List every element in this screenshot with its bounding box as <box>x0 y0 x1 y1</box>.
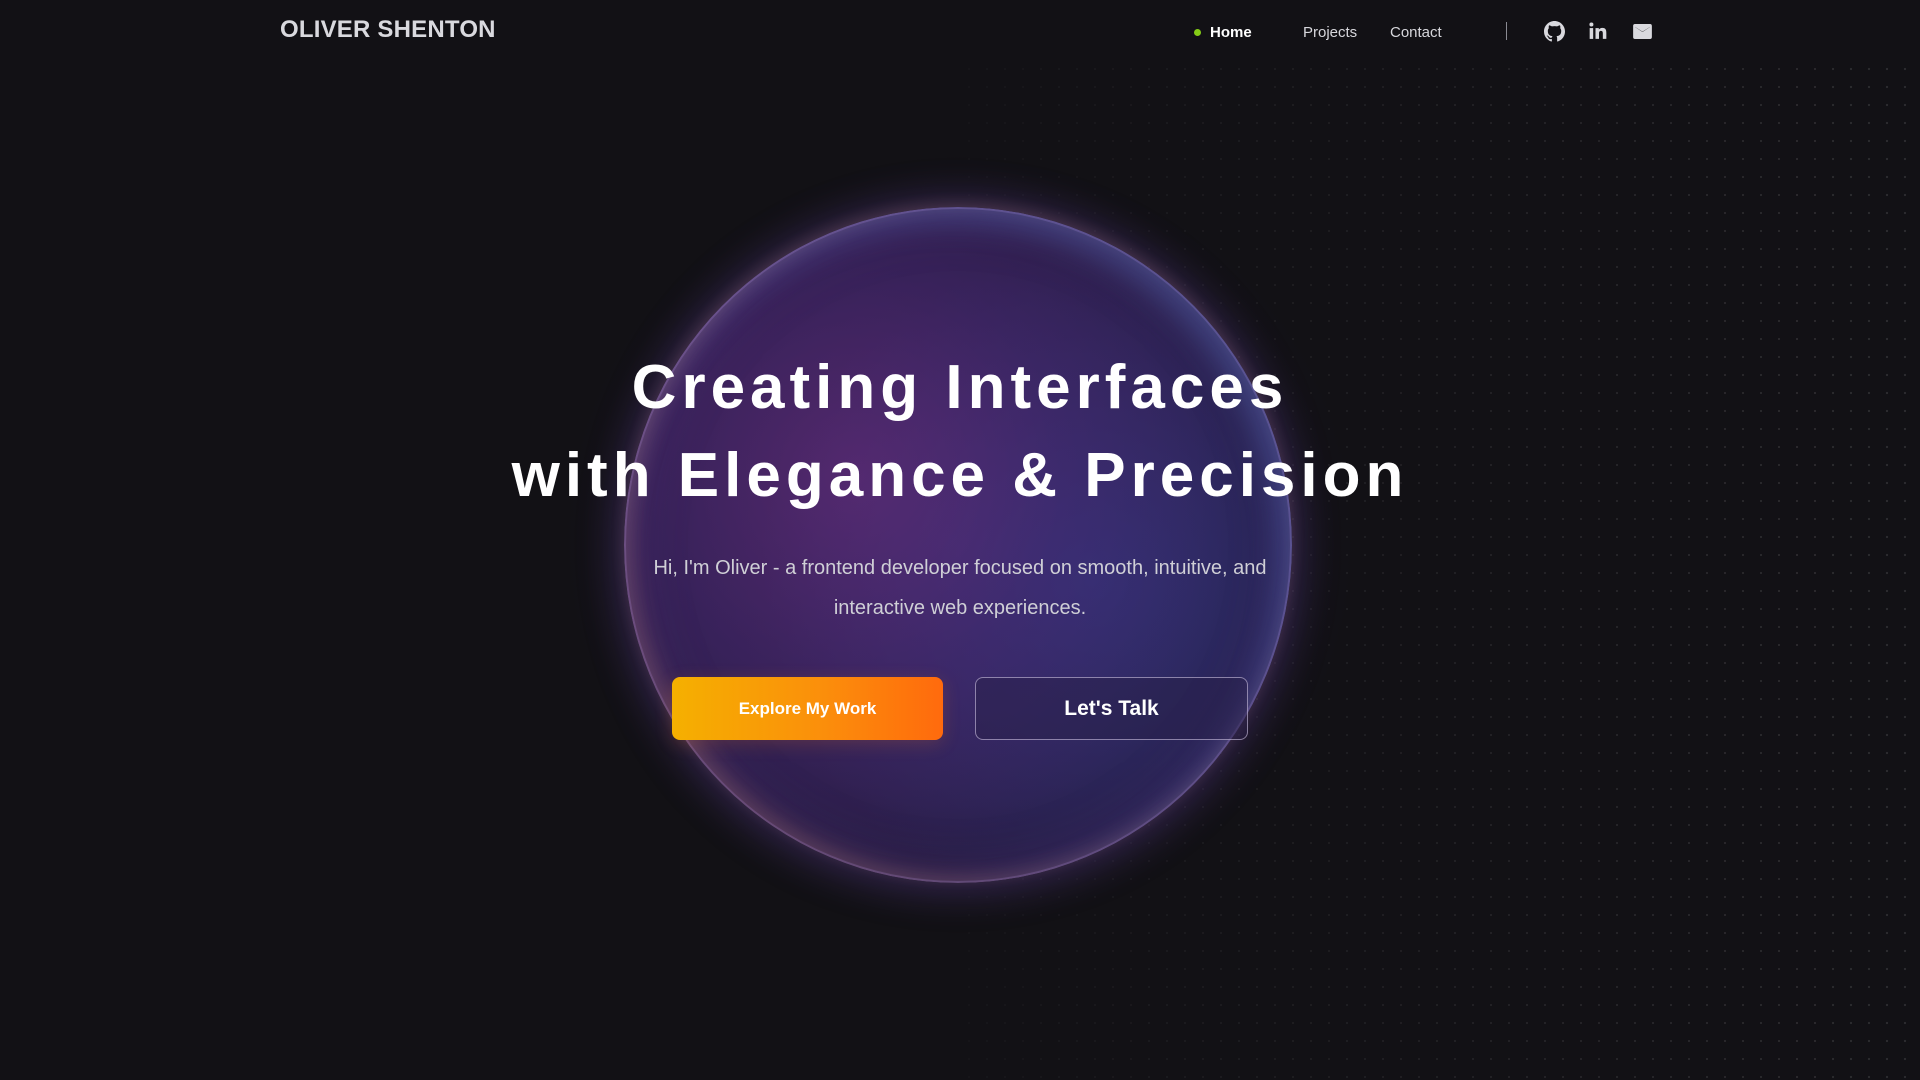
active-indicator-dot <box>1194 28 1201 36</box>
nav-link-label: Projects <box>1303 23 1358 41</box>
lets-talk-button[interactable]: Let's Talk <box>975 677 1248 740</box>
hero-subtitle: Hi, I'm Oliver - a frontend developer fo… <box>560 548 1360 628</box>
nav-link-label: Home <box>1210 23 1252 41</box>
github-icon[interactable] <box>1543 20 1565 42</box>
page: OLIVER SHENTON Home Projects Contact Cre… <box>0 0 1920 1080</box>
nav-link-contact[interactable]: Contact <box>1390 24 1442 41</box>
orb-rim <box>624 207 1292 883</box>
mail-icon[interactable] <box>1631 20 1653 42</box>
hero-title-line: with Elegance & Precision <box>511 441 1409 510</box>
explore-work-button[interactable]: Explore My Work <box>672 677 943 740</box>
brand-logo[interactable]: OLIVER SHENTON <box>280 16 496 44</box>
nav-link-projects[interactable]: Projects <box>1303 24 1369 41</box>
nav-divider <box>1506 22 1507 40</box>
nav-link-home[interactable]: Home <box>1194 24 1276 41</box>
hero-title-line: Creating Interfaces <box>631 353 1289 422</box>
hero-subtitle-line: interactive web experiences. <box>833 597 1087 619</box>
nav-links: Home Projects Contact <box>1194 22 1442 42</box>
navbar: OLIVER SHENTON Home Projects Contact <box>0 0 1920 64</box>
hero-title: Creating Interfaces with Elegance & Prec… <box>360 344 1560 520</box>
linkedin-icon[interactable] <box>1587 20 1609 42</box>
nav-link-label: Contact <box>1390 23 1442 41</box>
hero-subtitle-line: Hi, I'm Oliver - a frontend developer fo… <box>653 557 1267 579</box>
